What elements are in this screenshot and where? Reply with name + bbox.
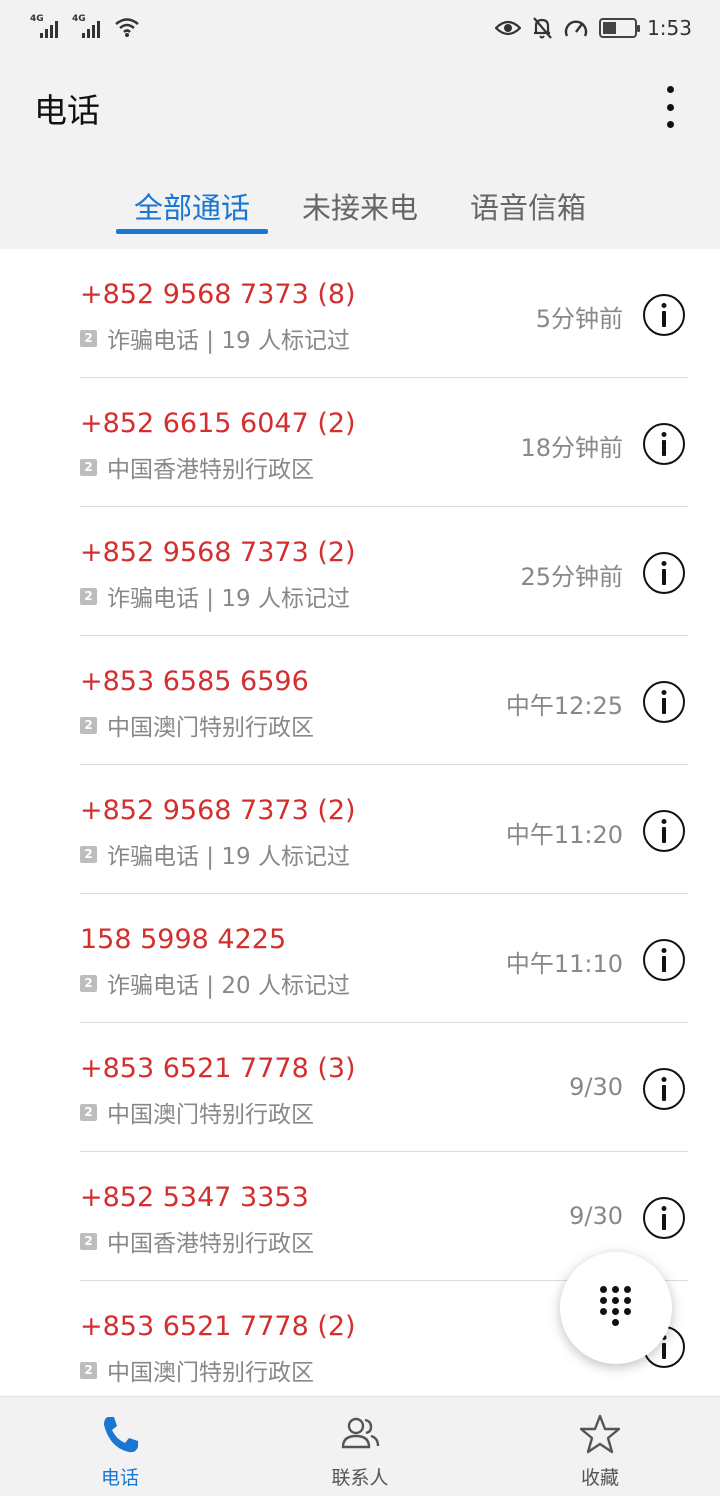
- call-detail: 中国澳门特别行政区: [107, 1360, 314, 1386]
- phone-icon: [104, 1417, 138, 1453]
- signal-icon: 4G: [72, 14, 104, 40]
- call-number: +852 9568 7373 (8): [80, 279, 356, 310]
- nav-label: 联系人: [331, 1467, 389, 1489]
- contacts-icon: [341, 1417, 380, 1449]
- call-detail: 诈骗电话 | 19 人标记过: [107, 586, 350, 612]
- call-detail: 中国香港特别行政区: [107, 1231, 314, 1257]
- signal-icon: 4G: [30, 14, 62, 40]
- call-time: 5分钟前: [535, 305, 623, 333]
- call-log-row[interactable]: +853 6521 7778 (3) 2 中国澳门特别行政区 9/30: [0, 1023, 720, 1152]
- page-title: 电话: [34, 91, 100, 130]
- star-icon: [579, 1414, 621, 1454]
- call-log-row[interactable]: +852 6615 6047 (2) 2 中国香港特别行政区 18分钟前: [0, 378, 720, 507]
- info-icon[interactable]: [643, 810, 685, 852]
- dialpad-icon: [600, 1286, 632, 1330]
- call-number: +853 6521 7778 (3): [80, 1053, 356, 1084]
- info-icon[interactable]: [643, 939, 685, 981]
- sim-card-icon: 2: [80, 458, 97, 476]
- call-detail: 诈骗电话 | 20 人标记过: [107, 973, 350, 999]
- sim-card-icon: 2: [80, 587, 97, 605]
- call-number: +852 9568 7373 (2): [80, 537, 356, 568]
- call-number: +853 6585 6596: [80, 666, 309, 697]
- eye-icon: [495, 20, 522, 36]
- clock: 1:53: [647, 16, 692, 40]
- wifi-icon: [115, 18, 139, 37]
- info-icon[interactable]: [643, 681, 685, 723]
- tab-missed-calls[interactable]: 未接来电: [284, 185, 436, 227]
- sim-card-icon: 2: [80, 329, 97, 347]
- info-icon[interactable]: [643, 423, 685, 465]
- call-detail: 中国香港特别行政区: [107, 457, 314, 483]
- notifications-off-icon: [533, 17, 552, 39]
- bottom-navigation: 电话 联系人 收藏: [0, 1396, 720, 1496]
- call-number: +852 6615 6047 (2): [80, 408, 356, 439]
- tab-indicator: [116, 229, 268, 234]
- status-bar: 4G 4G 1:53: [0, 0, 720, 58]
- more-options-button[interactable]: [658, 86, 682, 128]
- call-time: 9/30: [569, 1202, 623, 1230]
- sim-card-icon: 2: [80, 845, 97, 863]
- battery-icon: [599, 18, 641, 38]
- call-detail: 诈骗电话 | 19 人标记过: [107, 328, 350, 354]
- info-icon[interactable]: [643, 552, 685, 594]
- dialpad-button[interactable]: [560, 1252, 672, 1364]
- sim-card-icon: 2: [80, 1232, 97, 1250]
- info-icon[interactable]: [643, 294, 685, 336]
- app-bar: 电话: [0, 58, 720, 158]
- nav-contacts[interactable]: 联系人: [280, 1397, 440, 1496]
- info-icon[interactable]: [643, 1068, 685, 1110]
- nav-label: 收藏: [580, 1467, 619, 1489]
- call-detail: 中国澳门特别行政区: [107, 1102, 314, 1128]
- more-vert-icon: [666, 86, 674, 93]
- call-log-list[interactable]: +852 9568 7373 (8) 2 诈骗电话 | 19 人标记过 5分钟前 …: [0, 249, 720, 1396]
- call-time: 25分钟前: [520, 563, 623, 591]
- sim-card-icon: 2: [80, 716, 97, 734]
- call-time: 18分钟前: [520, 434, 623, 462]
- call-log-row[interactable]: 158 5998 4225 2 诈骗电话 | 20 人标记过 中午11:10: [0, 894, 720, 1023]
- tab-voicemail[interactable]: 语音信箱: [452, 185, 604, 227]
- call-number: +852 9568 7373 (2): [80, 795, 356, 826]
- sim-card-icon: 2: [80, 1103, 97, 1121]
- call-log-row[interactable]: +852 9568 7373 (8) 2 诈骗电话 | 19 人标记过 5分钟前: [0, 249, 720, 378]
- call-log-row[interactable]: +852 9568 7373 (2) 2 诈骗电话 | 19 人标记过 中午11:…: [0, 765, 720, 894]
- call-log-row[interactable]: +852 9568 7373 (2) 2 诈骗电话 | 19 人标记过 25分钟前: [0, 507, 720, 636]
- sim-card-icon: 2: [80, 1361, 97, 1379]
- sim-card-icon: 2: [80, 974, 97, 992]
- tab-bar: 全部通话 未接来电 语音信箱: [0, 165, 720, 249]
- tab-all-calls[interactable]: 全部通话: [116, 185, 268, 227]
- call-time: 中午11:10: [505, 950, 623, 978]
- nav-phone[interactable]: 电话: [40, 1397, 200, 1496]
- call-number: 158 5998 4225: [80, 924, 287, 955]
- call-time: 中午11:20: [505, 821, 623, 849]
- info-icon[interactable]: [643, 1197, 685, 1239]
- call-detail: 诈骗电话 | 19 人标记过: [107, 844, 350, 870]
- call-log-row[interactable]: +853 6585 6596 2 中国澳门特别行政区 中午12:25: [0, 636, 720, 765]
- call-number: +852 5347 3353: [80, 1182, 309, 1213]
- call-detail: 中国澳门特别行政区: [107, 715, 314, 741]
- call-time: 中午12:25: [505, 692, 623, 720]
- speedometer-icon: [564, 20, 588, 37]
- call-time: 9/30: [569, 1073, 623, 1101]
- nav-favorites[interactable]: 收藏: [520, 1397, 680, 1496]
- call-number: +853 6521 7778 (2): [80, 1311, 356, 1342]
- nav-label: 电话: [100, 1467, 139, 1489]
